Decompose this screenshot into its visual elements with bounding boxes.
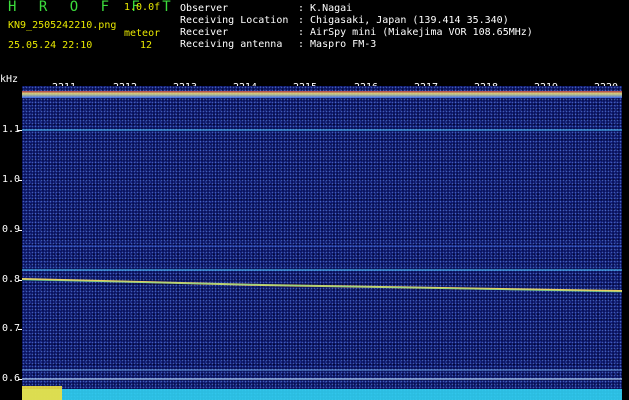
app-version: 1.0.0f bbox=[124, 2, 161, 13]
spectrogram-plot[interactable] bbox=[22, 86, 622, 400]
info-value-receiver: : AirSpy mini (Miakejima VOR 108.65MHz) bbox=[298, 27, 533, 38]
power-band bbox=[22, 389, 622, 400]
info-value-antenna: : Maspro FM-3 bbox=[298, 39, 377, 50]
y-axis-unit: kHz bbox=[0, 74, 19, 85]
image-filename: KN9_2505242210.png bbox=[8, 20, 117, 31]
info-label-antenna: Receiving antenna bbox=[180, 39, 283, 50]
info-label-receiver: Receiver bbox=[180, 27, 229, 38]
info-label-observer: Observer bbox=[180, 3, 229, 14]
info-value-location: : Chigasaki, Japan (139.414 35.340) bbox=[298, 15, 509, 26]
info-value-observer: : K.Nagai bbox=[298, 3, 353, 14]
meteor-count: 12 bbox=[140, 40, 153, 51]
timestamp: 25.05.24 22:10 bbox=[8, 40, 93, 51]
spectrogram-overlay bbox=[22, 91, 622, 400]
header-panel: H R O F F T 1.0.0f KN9_2505242210.png 25… bbox=[0, 0, 629, 76]
carrier-band bbox=[22, 91, 622, 98]
meteor-label: meteor bbox=[124, 28, 161, 39]
drift-signal-halo bbox=[22, 279, 622, 293]
power-burst bbox=[22, 386, 62, 400]
info-label-location: Receiving Location bbox=[180, 15, 289, 26]
drift-signal-trace bbox=[22, 278, 622, 292]
